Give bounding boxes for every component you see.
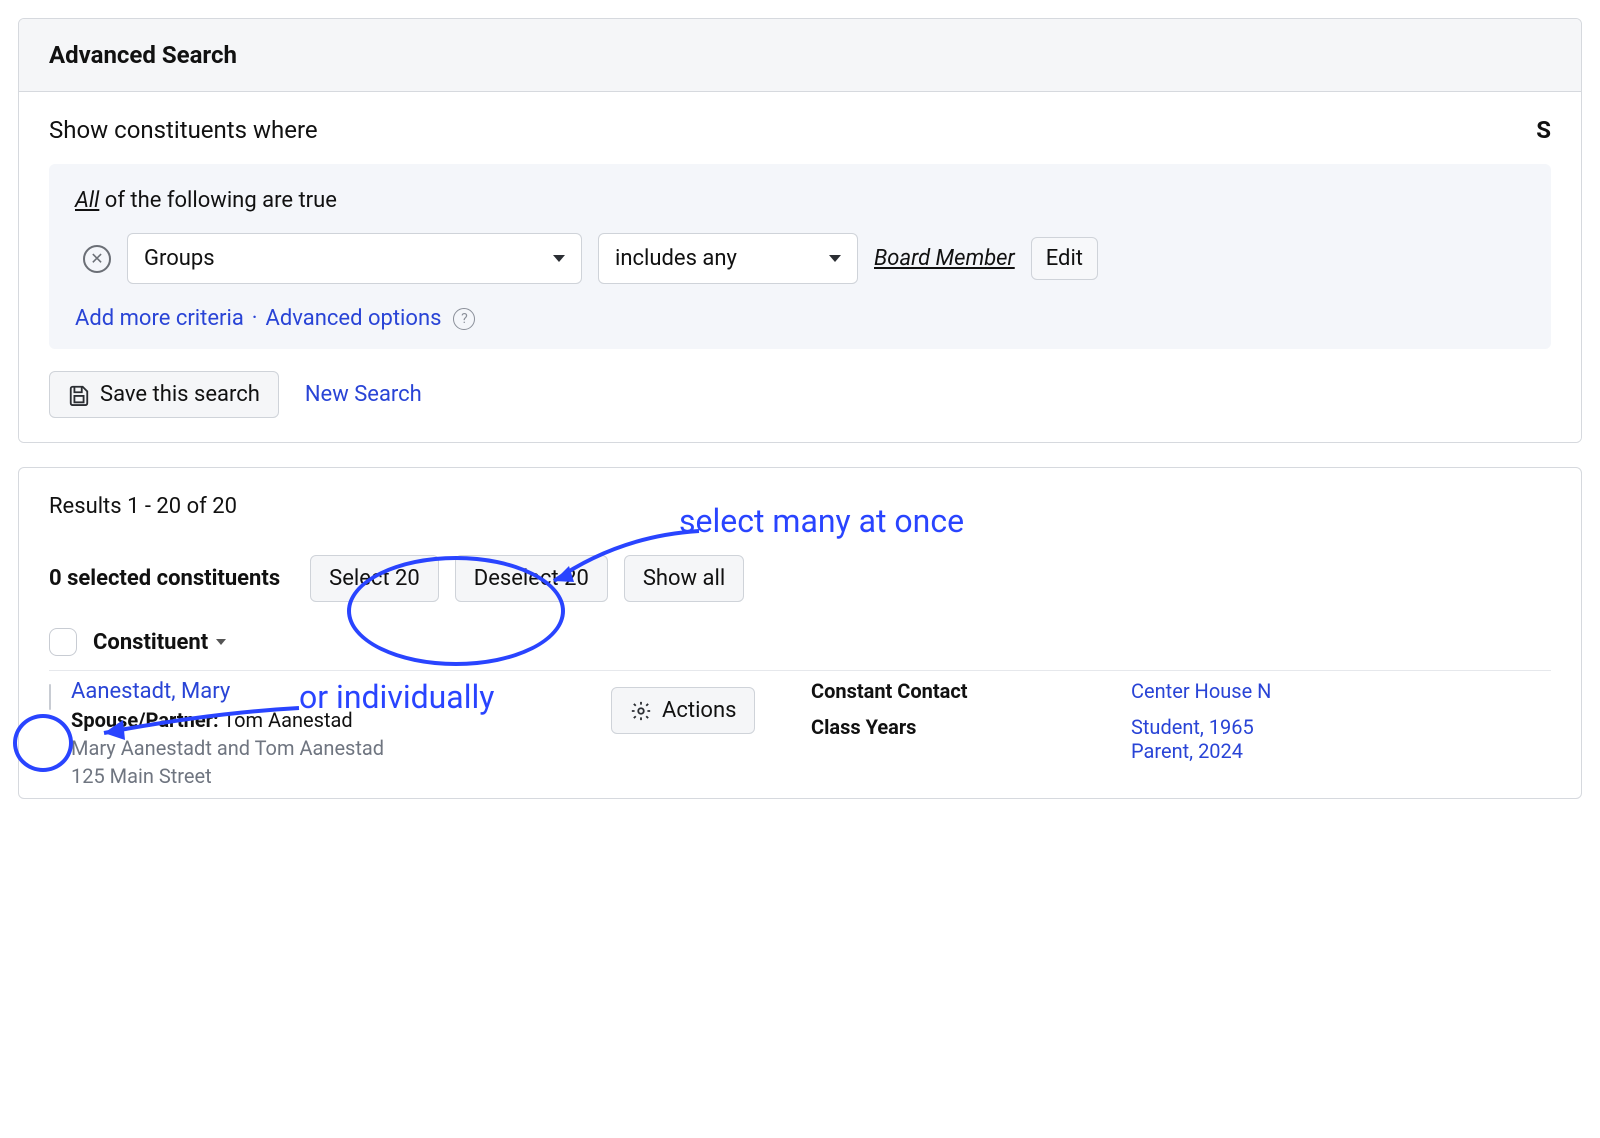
remove-criteria-icon[interactable]: ✕ (83, 245, 111, 273)
results-panel: Results 1 - 20 of 20 0 selected constitu… (18, 467, 1582, 799)
class-years-value-1[interactable]: Student, 1965 (1131, 715, 1551, 739)
separator: · (252, 306, 258, 331)
column-header-label: Constituent (93, 630, 208, 655)
criteria-box: All of the following are true ✕ Groups i… (49, 164, 1551, 349)
combined-name: Mary Aanestadt and Tom Aanestad (71, 736, 591, 760)
help-icon[interactable]: ? (453, 308, 475, 330)
panel-title-text: Advanced Search (49, 41, 237, 69)
table-row: Aanestadt, Mary Spouse/Partner: Tom Aane… (49, 670, 1551, 788)
row-actions-button[interactable]: Actions (611, 687, 755, 734)
save-search-button[interactable]: Save this search (49, 371, 279, 418)
field-select-value: Groups (144, 246, 215, 271)
chevron-down-icon (553, 255, 565, 262)
chevron-down-icon (829, 255, 841, 262)
constant-contact-value[interactable]: Center House N (1131, 679, 1551, 703)
criteria-row: ✕ Groups includes any Board Member Edit (75, 233, 1525, 284)
criteria-links: Add more criteria · Advanced options ? (75, 306, 1525, 331)
gear-icon (630, 700, 652, 722)
operator-select[interactable]: includes any (598, 233, 858, 284)
quantifier-all[interactable]: All (75, 188, 99, 213)
deselect-all-button[interactable]: Deselect 20 (455, 555, 608, 602)
lead-text: Show constituents where (49, 116, 318, 144)
criteria-value[interactable]: Board Member (874, 246, 1015, 271)
row-actions-label: Actions (662, 698, 736, 723)
class-years-value-2[interactable]: Parent, 2024 (1131, 739, 1551, 763)
spouse-label: Spouse/Partner: (71, 708, 219, 732)
save-icon (68, 384, 90, 406)
panel-body: Show constituents where S All of the fol… (19, 92, 1581, 442)
criteria-quantifier: All of the following are true (75, 188, 1525, 213)
selected-count: 0 selected constituents (49, 566, 280, 591)
chevron-down-icon (216, 639, 226, 645)
panel-title: Advanced Search (19, 19, 1581, 92)
save-search-label: Save this search (100, 382, 260, 407)
results-count: Results 1 - 20 of 20 (49, 494, 1551, 519)
new-search-link[interactable]: New Search (305, 382, 422, 407)
spouse-value: Tom Aanestad (223, 708, 352, 732)
add-more-criteria-link[interactable]: Add more criteria (75, 306, 244, 331)
select-all-checkbox[interactable] (49, 628, 77, 656)
edit-criteria-button[interactable]: Edit (1031, 237, 1098, 280)
field-select[interactable]: Groups (127, 233, 582, 284)
row-checkbox[interactable] (49, 684, 51, 710)
class-years-label: Class Years (811, 715, 1111, 739)
advanced-options-link[interactable]: Advanced options (266, 306, 442, 331)
constituent-name-link[interactable]: Aanestadt, Mary (71, 679, 591, 704)
operator-select-value: includes any (615, 246, 737, 271)
constant-contact-label: Constant Contact (811, 679, 1111, 703)
table-header-row: Constituent (49, 628, 1551, 670)
address-line1: 125 Main Street (71, 764, 591, 788)
show-all-button[interactable]: Show all (624, 555, 744, 602)
advanced-search-panel: Advanced Search Show constituents where … (18, 18, 1582, 443)
column-header-constituent[interactable]: Constituent (93, 630, 226, 655)
quantifier-rest: of the following are true (99, 188, 337, 213)
search-actions-row: Save this search New Search (49, 371, 1551, 418)
selection-row: 0 selected constituents Select 20 Desele… (49, 555, 1551, 602)
select-all-button[interactable]: Select 20 (310, 555, 439, 602)
truncated-right: S (1536, 116, 1551, 144)
